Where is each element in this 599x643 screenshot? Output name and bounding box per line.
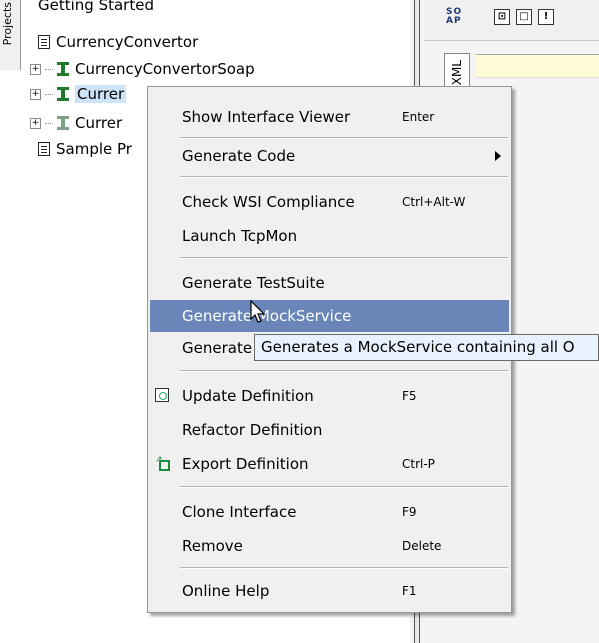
menu-item-remove[interactable]: Remove Delete [150, 530, 509, 562]
menu-item-label: Export Definition [182, 455, 309, 473]
export-definition-icon: ↗ [155, 456, 171, 472]
menu-item-accelerator: Delete [402, 539, 442, 553]
interface-icon [57, 116, 69, 130]
menu-item-accelerator: Ctrl-P [402, 457, 435, 471]
tree-item-sample-project[interactable]: Sample Pr [38, 137, 132, 161]
soap-icon: SO AP [446, 7, 463, 26]
tree-item-project[interactable]: CurrencyConvertor [38, 30, 198, 54]
tree-item-label: CurrencyConvertorSoap [75, 60, 255, 78]
square-icon[interactable]: □ [516, 9, 532, 25]
menu-item-label: Clone Interface [182, 503, 297, 521]
menu-separator [180, 137, 508, 139]
submenu-arrow-icon [495, 151, 501, 161]
menu-item-label: Launch TcpMon [182, 227, 298, 245]
menu-item-update-definition[interactable]: Update Definition F5 [150, 380, 509, 412]
tree-item-label: Getting Started [38, 0, 154, 14]
xml-tab-label: XML [450, 60, 464, 86]
expand-icon[interactable]: + [30, 117, 41, 129]
menu-item-label: Generate [182, 339, 253, 357]
menu-separator [180, 370, 508, 372]
menu-item-refactor-definition[interactable]: Refactor Definition [150, 414, 509, 446]
projects-side-tab[interactable]: Projects [0, 0, 21, 70]
menu-item-accelerator: F1 [402, 584, 417, 598]
menu-item-generate-mockservice[interactable]: Generate MockService [150, 300, 509, 332]
expand-icon[interactable]: + [30, 63, 41, 75]
menu-item-label: Generate Code [182, 147, 296, 165]
tree-item-label: Currer [75, 85, 127, 103]
menu-separator [180, 176, 508, 178]
menu-separator [180, 486, 508, 488]
tree-item-label: Sample Pr [56, 140, 132, 158]
menu-separator [180, 567, 508, 569]
fit-icon[interactable]: ⊡ [494, 9, 510, 25]
interface-icon [57, 62, 69, 76]
expand-icon[interactable]: + [30, 88, 41, 100]
menu-item-label: Update Definition [182, 387, 314, 405]
update-definition-icon [155, 388, 169, 402]
menu-item-show-interface-viewer[interactable]: Show Interface Viewer Enter [150, 101, 509, 133]
menu-item-label: Remove [182, 537, 243, 555]
menu-item-label: Generate MockService [182, 307, 352, 325]
menu-item-generate-testsuite[interactable]: Generate TestSuite [150, 267, 509, 299]
menu-item-launch-tcpmon[interactable]: Launch TcpMon [150, 220, 509, 252]
menu-item-online-help[interactable]: Online Help F1 [150, 575, 509, 607]
menu-item-accelerator: Ctrl+Alt-W [402, 195, 466, 209]
tree-item-interface-3[interactable]: + Currer [30, 111, 122, 135]
project-icon [38, 142, 50, 156]
menu-item-accelerator: F5 [402, 389, 417, 403]
menu-item-check-wsi-compliance[interactable]: Check WSI Compliance Ctrl+Alt-W [150, 186, 509, 218]
menu-item-accelerator: F9 [402, 505, 417, 519]
tree-item-interface-1[interactable]: + CurrencyConvertorSoap [30, 57, 255, 81]
menu-item-label: Online Help [182, 582, 270, 600]
menu-item-label: Show Interface Viewer [182, 108, 351, 126]
tree-item-interface-2[interactable]: + Currer [30, 82, 127, 106]
tree-item-label: CurrencyConvertor [56, 33, 199, 51]
menu-item-label: Refactor Definition [182, 421, 323, 439]
side-tab-label: Projects [1, 2, 14, 46]
menu-item-label: Check WSI Compliance [182, 193, 355, 211]
tooltip: Generates a MockService containing all O [254, 334, 599, 361]
editor-area[interactable] [476, 54, 599, 78]
tree-item-getting-started[interactable]: Getting Started [38, 0, 154, 17]
tree-item-label: Currer [75, 114, 123, 132]
menu-item-generate-code[interactable]: Generate Code [150, 140, 509, 172]
menu-item-export-definition[interactable]: ↗ Export Definition Ctrl-P [150, 448, 509, 480]
project-icon [38, 35, 50, 49]
alert-icon[interactable]: ! [538, 9, 554, 25]
menu-item-clone-interface[interactable]: Clone Interface F9 [150, 496, 509, 528]
menu-item-label: Generate TestSuite [182, 274, 325, 292]
menu-item-accelerator: Enter [402, 110, 435, 124]
mouse-cursor-icon [250, 300, 266, 323]
interface-icon [57, 87, 69, 101]
menu-separator [180, 257, 508, 259]
